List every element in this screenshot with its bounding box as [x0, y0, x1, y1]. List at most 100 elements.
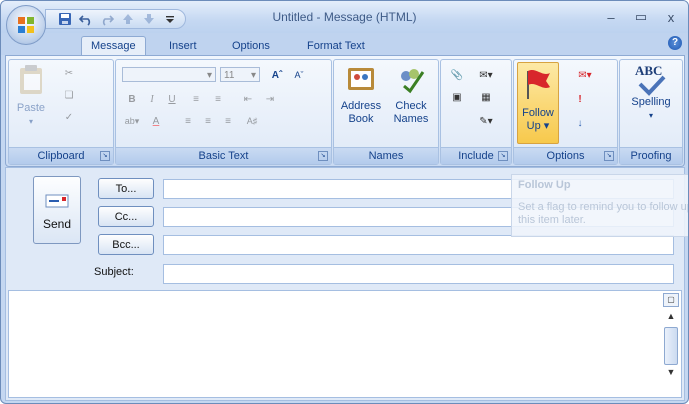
ruler-icon[interactable]: ▢: [663, 293, 679, 307]
bold-icon[interactable]: B: [122, 90, 142, 108]
calendar-icon[interactable]: ▦: [471, 88, 501, 106]
address-book-label-1: Address: [340, 100, 382, 112]
address-book-button[interactable]: Address Book: [338, 64, 384, 126]
ribbon-tabs: Message Insert Options Format Text ?: [1, 33, 688, 56]
copy-icon[interactable]: ❏: [59, 86, 79, 104]
proofing-group-label: Proofing: [620, 147, 682, 164]
spelling-button[interactable]: ABC Spelling ▾: [624, 64, 678, 122]
clipboard-group: Paste ▾ ✂ ❏ ✓ Clipboard ↘: [8, 59, 114, 165]
address-book-label-2: Book: [348, 113, 374, 125]
include-launcher-icon[interactable]: ↘: [498, 151, 508, 161]
follow-up-label-2-text: Up: [526, 120, 541, 132]
tab-insert[interactable]: Insert: [169, 37, 197, 55]
basic-text-label: Basic Text: [198, 150, 249, 162]
follow-up-label-1: Follow: [522, 107, 554, 119]
office-logo-icon: [18, 17, 34, 33]
basic-text-group: ▾ 11 ▾ Aˆ Aˇ B I U ≡ ≡ ⇤ ⇥ ab▾ A ≡ ≡ ≡ A♯…: [115, 59, 332, 165]
bcc-field[interactable]: [163, 235, 674, 255]
check-names-icon: [401, 69, 425, 94]
align-right-icon[interactable]: ≡: [218, 112, 238, 130]
tab-message[interactable]: Message: [81, 36, 146, 56]
send-button[interactable]: Send: [33, 176, 81, 244]
cc-button[interactable]: Cc...: [98, 206, 154, 227]
tooltip-title: Follow Up: [518, 179, 571, 191]
maximize-button[interactable]: ▭: [630, 7, 652, 27]
options-group: Follow Up ▾ ✉▾ ! ↓ Options ↘: [513, 59, 618, 165]
proofing-group: ABC Spelling ▾ Proofing: [619, 59, 683, 165]
attach-item-icon[interactable]: ✉▾: [471, 66, 501, 84]
vertical-scrollbar[interactable]: ▢ ▲ ▼: [663, 293, 679, 393]
clipboard-label: Clipboard: [37, 150, 85, 162]
options-launcher-icon[interactable]: ↘: [604, 151, 614, 161]
align-left-icon[interactable]: ≡: [178, 112, 198, 130]
spelling-label: Spelling: [631, 96, 671, 108]
include-group-label: Include ↘: [441, 147, 511, 164]
attach-file-icon[interactable]: 📎: [447, 66, 467, 84]
address-book-icon: [348, 68, 374, 90]
underline-icon[interactable]: U: [162, 90, 182, 108]
check-names-label-1: Check: [395, 100, 427, 112]
grow-font-icon[interactable]: Aˆ: [266, 66, 288, 84]
shrink-font-icon[interactable]: Aˇ: [288, 66, 310, 84]
window-title: Untitled - Message (HTML): [272, 10, 417, 24]
send-icon: [45, 194, 69, 208]
subject-field[interactable]: [163, 264, 674, 284]
minimize-button[interactable]: –: [600, 7, 622, 27]
follow-up-tooltip: Follow Up Set a flag to remind you to fo…: [511, 174, 688, 237]
highlight-icon[interactable]: ab▾: [122, 112, 142, 130]
paste-label: Paste: [16, 102, 46, 114]
to-button[interactable]: To...: [98, 178, 154, 199]
clipboard-group-label: Clipboard ↘: [9, 147, 113, 164]
tooltip-body: Set a flag to remind you to follow up on…: [518, 201, 688, 226]
scroll-thumb[interactable]: [664, 327, 678, 365]
scroll-up-icon[interactable]: ▲: [663, 311, 679, 325]
scroll-down-icon[interactable]: ▼: [663, 367, 679, 381]
checkmark-icon: [638, 75, 666, 96]
decrease-indent-icon[interactable]: ⇤: [238, 90, 258, 108]
font-size-value: 11: [224, 70, 235, 81]
paste-button[interactable]: Paste ▾: [13, 64, 49, 128]
outlook-message-window: Untitled - Message (HTML) – ▭ x Message …: [0, 0, 689, 404]
include-label: Include: [458, 150, 494, 162]
business-card-icon[interactable]: ▣: [447, 88, 467, 106]
message-body[interactable]: ▢ ▲ ▼: [8, 290, 682, 398]
help-icon[interactable]: ?: [668, 36, 682, 50]
close-button[interactable]: x: [660, 7, 682, 27]
increase-indent-icon[interactable]: ⇥: [260, 90, 280, 108]
signature-icon[interactable]: ✎▾: [471, 112, 501, 130]
clipboard-launcher-icon[interactable]: ↘: [100, 151, 110, 161]
italic-icon[interactable]: I: [142, 90, 162, 108]
categorize-icon[interactable]: ✉▾: [570, 66, 600, 84]
format-painter-icon[interactable]: ✓: [59, 108, 79, 126]
subject-label: Subject:: [94, 266, 134, 278]
tab-format-text[interactable]: Format Text: [307, 37, 365, 55]
styles-icon[interactable]: A♯: [242, 112, 262, 130]
clipboard-icon: [20, 65, 42, 94]
tab-options[interactable]: Options: [232, 37, 270, 55]
check-names-button[interactable]: Check Names: [388, 64, 434, 126]
font-size-combo[interactable]: 11 ▾: [220, 67, 260, 82]
font-color-icon[interactable]: A: [146, 112, 166, 130]
send-label: Send: [42, 217, 72, 231]
low-importance-icon[interactable]: ↓: [570, 114, 590, 132]
office-button[interactable]: [6, 5, 46, 45]
options-group-label: Options ↘: [514, 147, 617, 164]
spelling-icon: ABC: [633, 64, 669, 96]
follow-up-label-2: Up ▾: [526, 120, 550, 132]
options-label: Options: [546, 150, 585, 162]
bcc-button[interactable]: Bcc...: [98, 234, 154, 255]
ribbon: Paste ▾ ✂ ❏ ✓ Clipboard ↘ ▾ 11 ▾ Aˆ Aˇ B I…: [5, 55, 685, 167]
follow-up-button[interactable]: Follow Up ▾: [517, 62, 559, 144]
names-group-label: Names: [334, 147, 438, 164]
numbering-icon[interactable]: ≡: [208, 90, 228, 108]
check-names-label-2: Names: [393, 113, 429, 125]
flag-icon: [527, 70, 550, 99]
high-importance-icon[interactable]: !: [570, 90, 590, 108]
align-center-icon[interactable]: ≡: [198, 112, 218, 130]
font-name-combo[interactable]: ▾: [122, 67, 216, 82]
basic-text-launcher-icon[interactable]: ↘: [318, 151, 328, 161]
basic-text-group-label: Basic Text ↘: [116, 147, 331, 164]
bullets-icon[interactable]: ≡: [186, 90, 206, 108]
title-bar: Untitled - Message (HTML) – ▭ x: [1, 1, 688, 45]
cut-icon[interactable]: ✂: [59, 64, 79, 82]
